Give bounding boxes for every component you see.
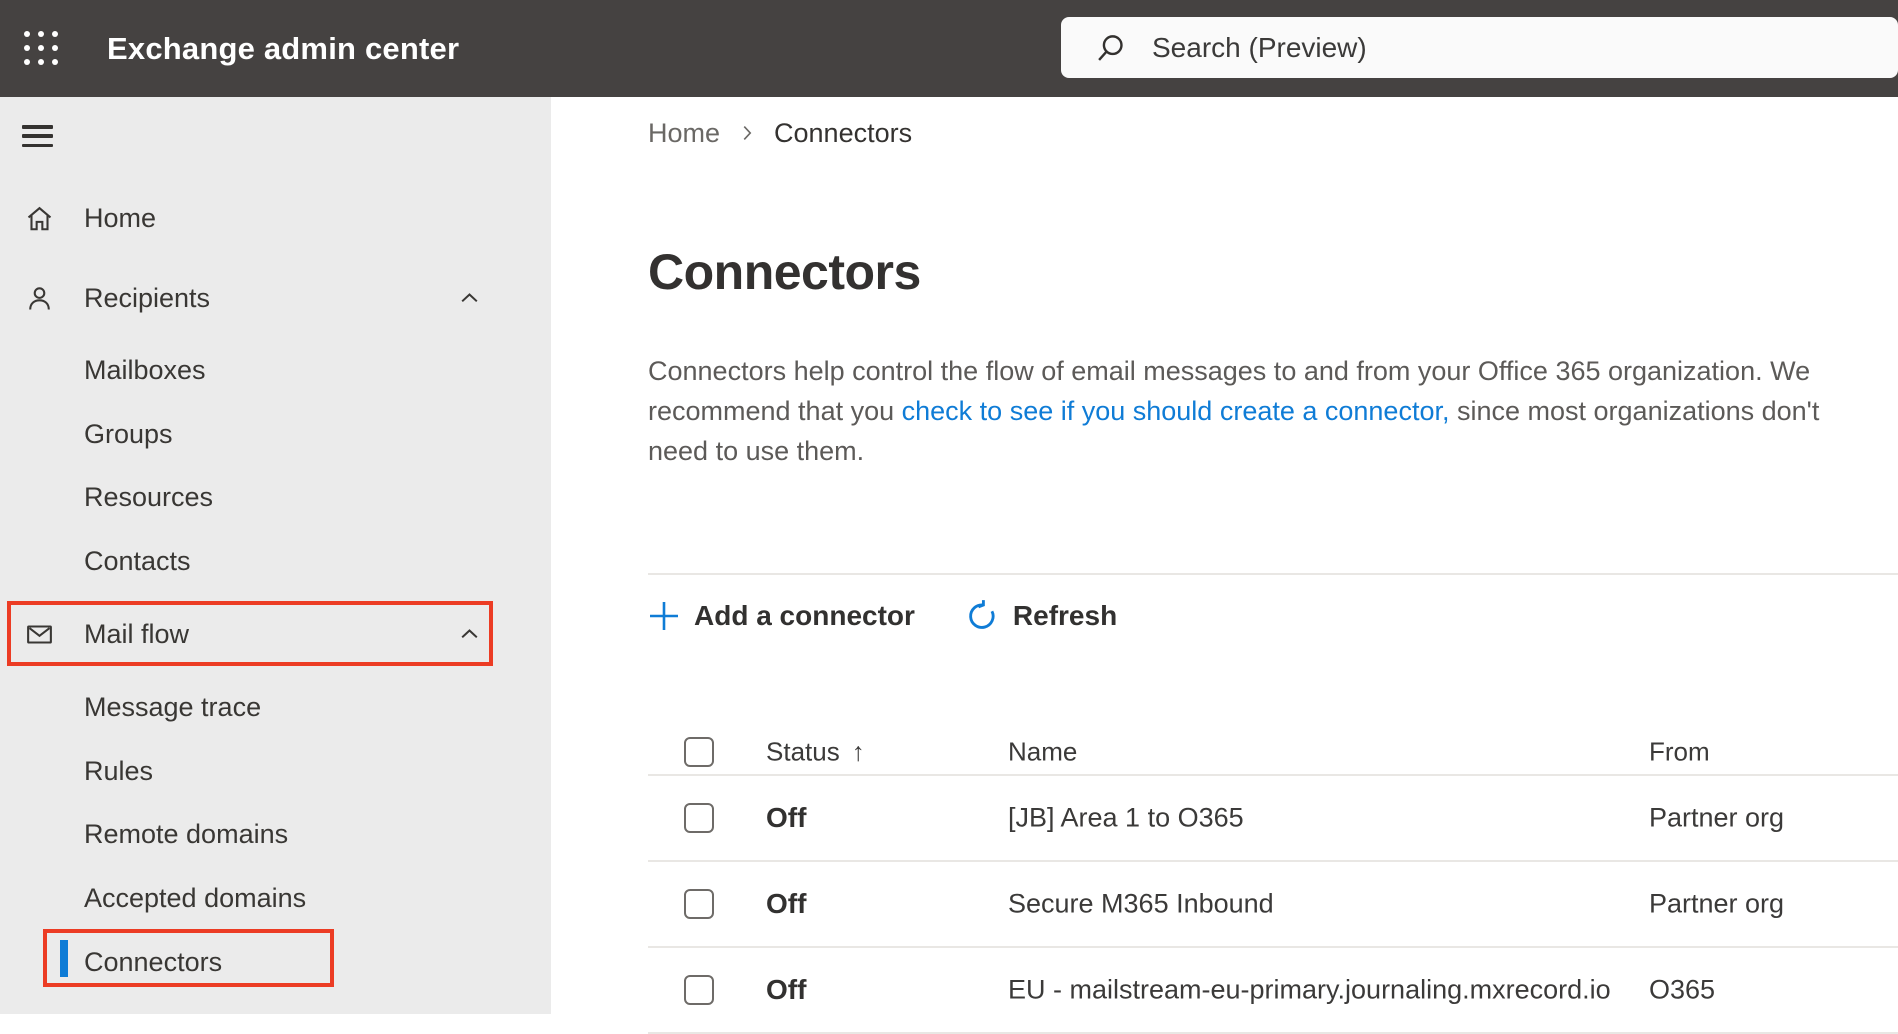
sidebar-item-mailboxes[interactable]: Mailboxes [0, 338, 551, 402]
sidebar-item-recipients[interactable]: Recipients [0, 266, 551, 330]
sidebar-item-contacts[interactable]: Contacts [0, 529, 551, 593]
main-content: Home Connectors Connectors Connectors he… [551, 97, 1898, 1034]
breadcrumb: Home Connectors [648, 113, 1898, 153]
description-line: recommend that you check to see if you s… [648, 396, 1820, 426]
sidebar-item-label: Home [84, 202, 157, 233]
home-icon [27, 206, 52, 230]
sidebar-item-label: Mail flow [84, 618, 190, 649]
selected-item-indicator [60, 940, 68, 977]
row-status: Off [766, 802, 807, 833]
row-status: Off [766, 974, 807, 1005]
page-description: Connectors help control the flow of emai… [648, 351, 1898, 471]
breadcrumb-current: Connectors [774, 117, 913, 148]
refresh-icon [969, 600, 995, 629]
toolbar: Add a connector Refresh [648, 592, 1898, 640]
add-connector-label: Add a connector [694, 600, 915, 631]
select-all-checkbox[interactable] [684, 737, 714, 767]
sidebar-item-groups[interactable]: Groups [0, 402, 551, 466]
sidebar-item-label: Contacts [84, 545, 191, 576]
column-header-from[interactable]: From [1649, 737, 1710, 768]
chevron-right-icon [736, 122, 758, 144]
table-row[interactable]: Off EU - mailstream-eu-primary.journalin… [648, 948, 1898, 1034]
sidebar-item-mail-flow[interactable]: Mail flow [0, 602, 551, 666]
add-connector-button[interactable]: Add a connector [648, 599, 915, 633]
description-line: Connectors help control the flow of emai… [648, 356, 1811, 386]
row-checkbox[interactable] [684, 889, 714, 919]
hamburger-menu-icon[interactable] [22, 125, 53, 147]
row-from: Partner org [1649, 888, 1785, 919]
sidebar-item-message-trace[interactable]: Message trace [0, 675, 551, 739]
column-header-name[interactable]: Name [1008, 737, 1077, 768]
description-line: need to use them. [648, 436, 865, 466]
sidebar-nav: Home Recipients Mailboxes Groups Resourc… [0, 97, 551, 1014]
sidebar-item-home[interactable]: Home [0, 186, 551, 250]
table-header: Status ↑ Name From [648, 730, 1898, 774]
plus-icon [650, 602, 678, 630]
toolbar-divider [648, 573, 1898, 575]
mail-icon [27, 624, 52, 644]
search-input[interactable] [1150, 30, 1794, 65]
sidebar-item-remote-domains[interactable]: Remote domains [0, 802, 551, 866]
breadcrumb-home-link[interactable]: Home [648, 118, 720, 149]
table-row[interactable]: Off Secure M365 Inbound Partner org [648, 862, 1898, 948]
sidebar-item-label: Rules [84, 755, 154, 786]
sidebar-item-label: Mailboxes [84, 354, 206, 385]
row-name[interactable]: EU - mailstream-eu-primary.journaling.mx… [1008, 975, 1611, 1006]
refresh-label: Refresh [1012, 600, 1118, 631]
column-header-status[interactable]: Status ↑ [766, 737, 865, 768]
sidebar-item-label: Recipients [84, 282, 211, 313]
sidebar-item-label: Remote domains [84, 818, 289, 849]
search-icon [1098, 34, 1123, 61]
person-icon [29, 286, 50, 310]
sidebar-item-label: Resources [84, 481, 214, 512]
sidebar-item-label: Message trace [84, 691, 262, 722]
sidebar-item-resources[interactable]: Resources [0, 465, 551, 529]
sidebar-item-label: Groups [84, 418, 173, 449]
sidebar-item-label: Accepted domains [84, 882, 307, 913]
sort-ascending-icon: ↑ [851, 736, 865, 767]
sidebar-item-connectors[interactable]: Connectors [0, 930, 551, 994]
row-from: O365 [1649, 974, 1716, 1005]
chevron-up-icon[interactable] [456, 621, 483, 648]
row-checkbox[interactable] [684, 803, 714, 833]
top-bar: Exchange admin center [0, 0, 1898, 97]
app-launcher-icon[interactable] [24, 31, 60, 66]
create-connector-link[interactable]: check to see if you should create a conn… [902, 396, 1450, 426]
row-name[interactable]: Secure M365 Inbound [1008, 889, 1274, 920]
row-checkbox[interactable] [684, 975, 714, 1005]
chevron-up-icon[interactable] [456, 285, 483, 312]
page-title: Connectors [648, 244, 921, 300]
table-row[interactable]: Off [JB] Area 1 to O365 Partner org [648, 776, 1898, 862]
sidebar-item-accepted-domains[interactable]: Accepted domains [0, 866, 551, 930]
row-from: Partner org [1649, 802, 1785, 833]
search-box[interactable] [1061, 17, 1898, 78]
row-status: Off [766, 888, 807, 919]
app-title: Exchange admin center [107, 30, 460, 66]
refresh-button[interactable]: Refresh [963, 598, 1117, 634]
sidebar-item-rules[interactable]: Rules [0, 739, 551, 803]
row-name[interactable]: [JB] Area 1 to O365 [1008, 803, 1244, 834]
sidebar-item-label: Connectors [84, 946, 223, 977]
